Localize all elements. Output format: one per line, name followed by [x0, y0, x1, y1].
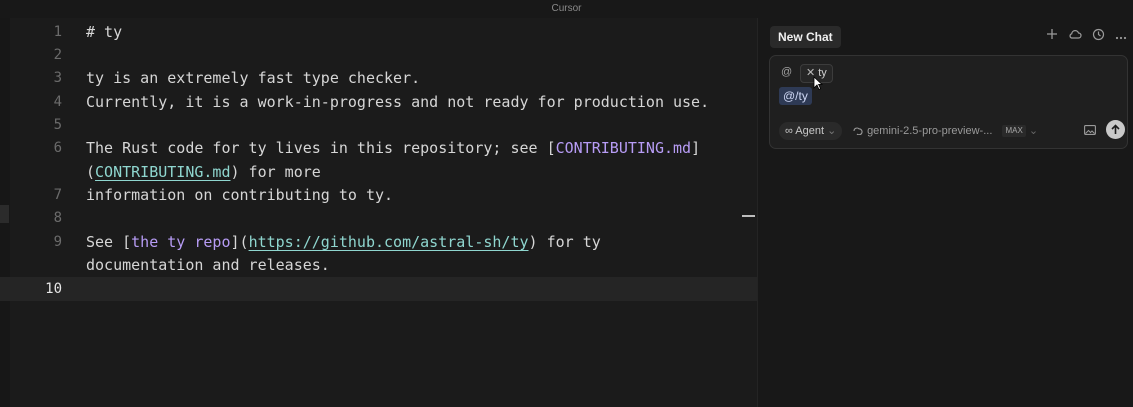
chevron-down-icon: ⌄ — [1028, 125, 1039, 137]
editor-line[interactable]: 5 — [0, 113, 757, 137]
editor-line[interactable]: 8 — [0, 206, 757, 230]
send-button[interactable] — [1106, 120, 1125, 139]
minimap-indicator[interactable] — [742, 215, 755, 217]
line-number: 9 — [53, 234, 62, 250]
mouse-pointer-icon — [813, 76, 823, 91]
md-link-url[interactable]: CONTRIBUTING.md — [95, 163, 230, 181]
line-number: 10 — [45, 281, 62, 297]
tab-new-chat[interactable]: New Chat — [770, 26, 841, 48]
mention-icon[interactable]: @ — [781, 66, 792, 78]
line-number: 3 — [53, 70, 62, 86]
line-number: 5 — [53, 117, 62, 133]
line-text: information on contributing to ty. — [86, 186, 394, 204]
history-icon[interactable] — [1090, 28, 1106, 44]
editor-line-wrapped[interactable]: documentation and releases. — [0, 253, 757, 277]
line-text: The Rust code for ty lives in this repos… — [86, 136, 700, 160]
line-text: # ty — [86, 23, 123, 41]
line-number: 8 — [53, 210, 62, 226]
editor-line[interactable]: 1 # ty — [0, 20, 757, 44]
chat-input-box[interactable]: @ ✕ ty @/ty ∞ Agent ⌄ gemini-2.5-pro-prev… — [769, 55, 1128, 149]
md-text: See [ — [86, 233, 132, 251]
model-select[interactable]: gemini-2.5-pro-preview-... MAX ⌄ — [853, 122, 1038, 140]
line-text: documentation and releases. — [86, 256, 330, 274]
line-text: See [the ty repo](https://github.com/ast… — [86, 230, 601, 254]
md-text: ] — [691, 139, 701, 157]
line-number: 4 — [53, 94, 62, 110]
md-text: ( — [86, 163, 96, 181]
agent-mode-label: Agent — [795, 125, 825, 137]
line-number: 2 — [53, 47, 62, 63]
max-badge: MAX — [1002, 125, 1026, 137]
cloud-icon[interactable] — [1067, 28, 1083, 44]
editor-line[interactable]: 6 The Rust code for ty lives in this rep… — [0, 136, 757, 160]
code-editor[interactable]: 1 # ty 2 3 ty is an extremely fast type … — [0, 18, 757, 407]
image-icon[interactable] — [1084, 125, 1096, 135]
line-text: (CONTRIBUTING.md) for more — [86, 160, 321, 184]
md-text: ) for ty — [528, 233, 601, 251]
line-number: 1 — [53, 24, 62, 40]
line-number: 7 — [53, 187, 62, 203]
chat-panel: New Chat @ ✕ ty @/ty ∞ Agent ⌄ gemini-2.5… — [757, 18, 1133, 407]
line-number: 6 — [53, 140, 62, 156]
editor-line[interactable]: 7 information on contributing to ty. — [0, 183, 757, 207]
editor-line[interactable]: 4 Currently, it is a work-in-progress an… — [0, 90, 757, 114]
editor-line-current[interactable]: 10 — [0, 277, 757, 301]
editor-line[interactable]: 2 — [0, 43, 757, 67]
mention-token[interactable]: @/ty — [779, 87, 812, 105]
md-link-text[interactable]: CONTRIBUTING.md — [556, 139, 691, 157]
arrow-up-icon — [1111, 124, 1120, 134]
model-label: gemini-2.5-pro-preview-... — [867, 125, 993, 137]
line-text: Currently, it is a work-in-progress and … — [86, 93, 710, 111]
plus-icon[interactable] — [1044, 28, 1060, 44]
md-text: ]( — [230, 233, 249, 251]
infinity-icon: ∞ — [785, 125, 793, 137]
line-text: ty is an extremely fast type checker. — [86, 69, 421, 87]
editor-line-wrapped[interactable]: (CONTRIBUTING.md) for more — [0, 160, 757, 184]
agent-mode-select[interactable]: ∞ Agent ⌄ — [779, 122, 843, 140]
md-link-url[interactable]: https://github.com/astral-sh/ty — [249, 233, 529, 251]
editor-line[interactable]: 9 See [the ty repo](https://github.com/a… — [0, 230, 757, 254]
md-link-text[interactable]: the ty repo — [131, 233, 230, 251]
more-icon[interactable] — [1113, 28, 1129, 44]
md-text: ) for more — [230, 163, 321, 181]
md-text: The Rust code for ty lives in this repos… — [86, 139, 556, 157]
editor-line[interactable]: 3 ty is an extremely fast type checker. — [0, 66, 757, 90]
chevron-down-icon: ⌄ — [827, 125, 837, 137]
model-icon — [853, 127, 863, 136]
window-title: Cursor — [0, 0, 1133, 19]
